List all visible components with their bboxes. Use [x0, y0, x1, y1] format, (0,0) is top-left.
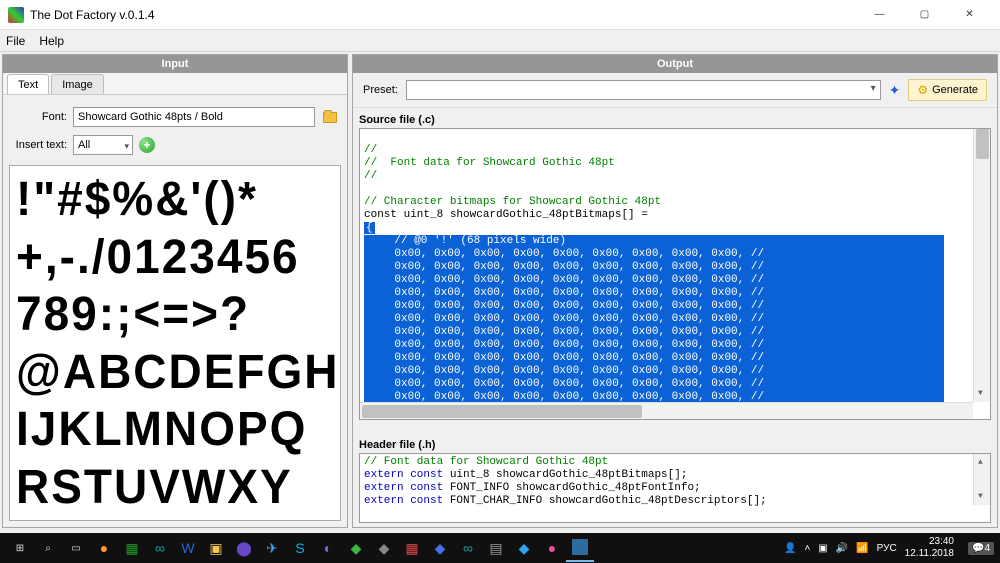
preset-dropdown[interactable] — [406, 80, 881, 100]
header-scrollbar-y[interactable]: ▲▼ — [973, 454, 990, 505]
taskbar-app-6[interactable]: ⬤ — [230, 534, 258, 562]
taskbar-clock[interactable]: 23:40 12.11.2018 — [905, 536, 960, 560]
header-file-textbox[interactable]: // Font data for Showcard Gothic 48pt ex… — [359, 453, 991, 523]
output-panel-header: Output — [353, 55, 997, 73]
minimize-button[interactable]: — — [857, 0, 902, 30]
source-file-textbox[interactable]: // // Font data for Showcard Gothic 48pt… — [359, 128, 991, 420]
gear-icon: ⚙ — [917, 83, 928, 97]
taskview-icon[interactable]: ▭ — [62, 534, 90, 562]
generate-button[interactable]: ⚙ Generate — [908, 79, 987, 101]
insert-text-label: Insert text: — [11, 139, 67, 151]
folder-icon — [323, 112, 337, 123]
close-button[interactable]: ✕ — [947, 0, 992, 30]
source-file-header: Source file (.c) — [359, 112, 991, 128]
search-icon[interactable]: ⌕ — [34, 534, 62, 562]
taskbar-app-13[interactable]: ◆ — [426, 534, 454, 562]
maximize-button[interactable]: ▢ — [902, 0, 947, 30]
menu-help[interactable]: Help — [39, 34, 64, 48]
taskbar-app-8[interactable]: S — [286, 534, 314, 562]
system-tray: 👤 ˄ ▣ 🔊 📶 РУС 23:40 12.11.2018 💬4 — [784, 536, 994, 560]
taskbar-app-1[interactable]: ● — [90, 534, 118, 562]
insert-text-dropdown[interactable]: All — [73, 135, 133, 155]
taskbar-app-3[interactable]: ∞ — [146, 534, 174, 562]
tray-lang[interactable]: РУС — [877, 543, 897, 554]
taskbar-app-14[interactable]: ∞ — [454, 534, 482, 562]
tray-people-icon[interactable]: 👤 — [784, 543, 796, 554]
wand-icon[interactable]: ✦ — [889, 82, 901, 99]
source-scrollbar-y[interactable]: ▲▼ — [973, 129, 990, 402]
preset-label: Preset: — [363, 84, 398, 96]
start-button[interactable]: ⊞ — [6, 534, 34, 562]
font-label: Font: — [11, 111, 67, 123]
notifications-icon[interactable]: 💬4 — [968, 542, 994, 555]
taskbar-app-16[interactable]: ◆ — [510, 534, 538, 562]
taskbar-app-current[interactable] — [566, 534, 594, 562]
taskbar: ⊞ ⌕ ▭ ● ▦ ∞ W ▣ ⬤ ✈ S ◐ ◆ ◆ ▦ ◆ ∞ ▤ ◆ ● … — [0, 533, 1000, 563]
taskbar-app-12[interactable]: ▦ — [398, 534, 426, 562]
tab-image[interactable]: Image — [51, 74, 104, 94]
taskbar-app-4[interactable]: W — [174, 534, 202, 562]
header-file-header: Header file (.h) — [359, 437, 991, 453]
tray-wifi-icon[interactable]: 📶 — [856, 543, 868, 554]
add-button[interactable]: + — [139, 137, 155, 153]
taskbar-app-17[interactable]: ● — [538, 534, 566, 562]
tab-text[interactable]: Text — [7, 74, 49, 94]
taskbar-app-2[interactable]: ▦ — [118, 534, 146, 562]
tray-bt-icon[interactable]: ▣ — [818, 543, 827, 554]
font-input[interactable] — [73, 107, 315, 127]
menu-file[interactable]: File — [6, 34, 25, 48]
input-panel-header: Input — [3, 55, 347, 73]
window-title: The Dot Factory v.0.1.4 — [30, 8, 857, 22]
app-icon — [8, 7, 24, 23]
taskbar-app-7[interactable]: ✈ — [258, 534, 286, 562]
taskbar-app-11[interactable]: ◆ — [370, 534, 398, 562]
browse-font-button[interactable] — [321, 108, 339, 126]
tray-volume-icon[interactable]: 🔊 — [836, 543, 848, 554]
taskbar-app-5[interactable]: ▣ — [202, 534, 230, 562]
source-scrollbar-x[interactable] — [360, 402, 973, 419]
glyph-preview: !"#$%&'()* +,-./0123456 789:;<=>? @ABCDE… — [9, 165, 341, 521]
taskbar-app-10[interactable]: ◆ — [342, 534, 370, 562]
taskbar-app-15[interactable]: ▤ — [482, 534, 510, 562]
tray-chevron-icon[interactable]: ˄ — [804, 543, 810, 554]
taskbar-app-9[interactable]: ◐ — [314, 534, 342, 562]
